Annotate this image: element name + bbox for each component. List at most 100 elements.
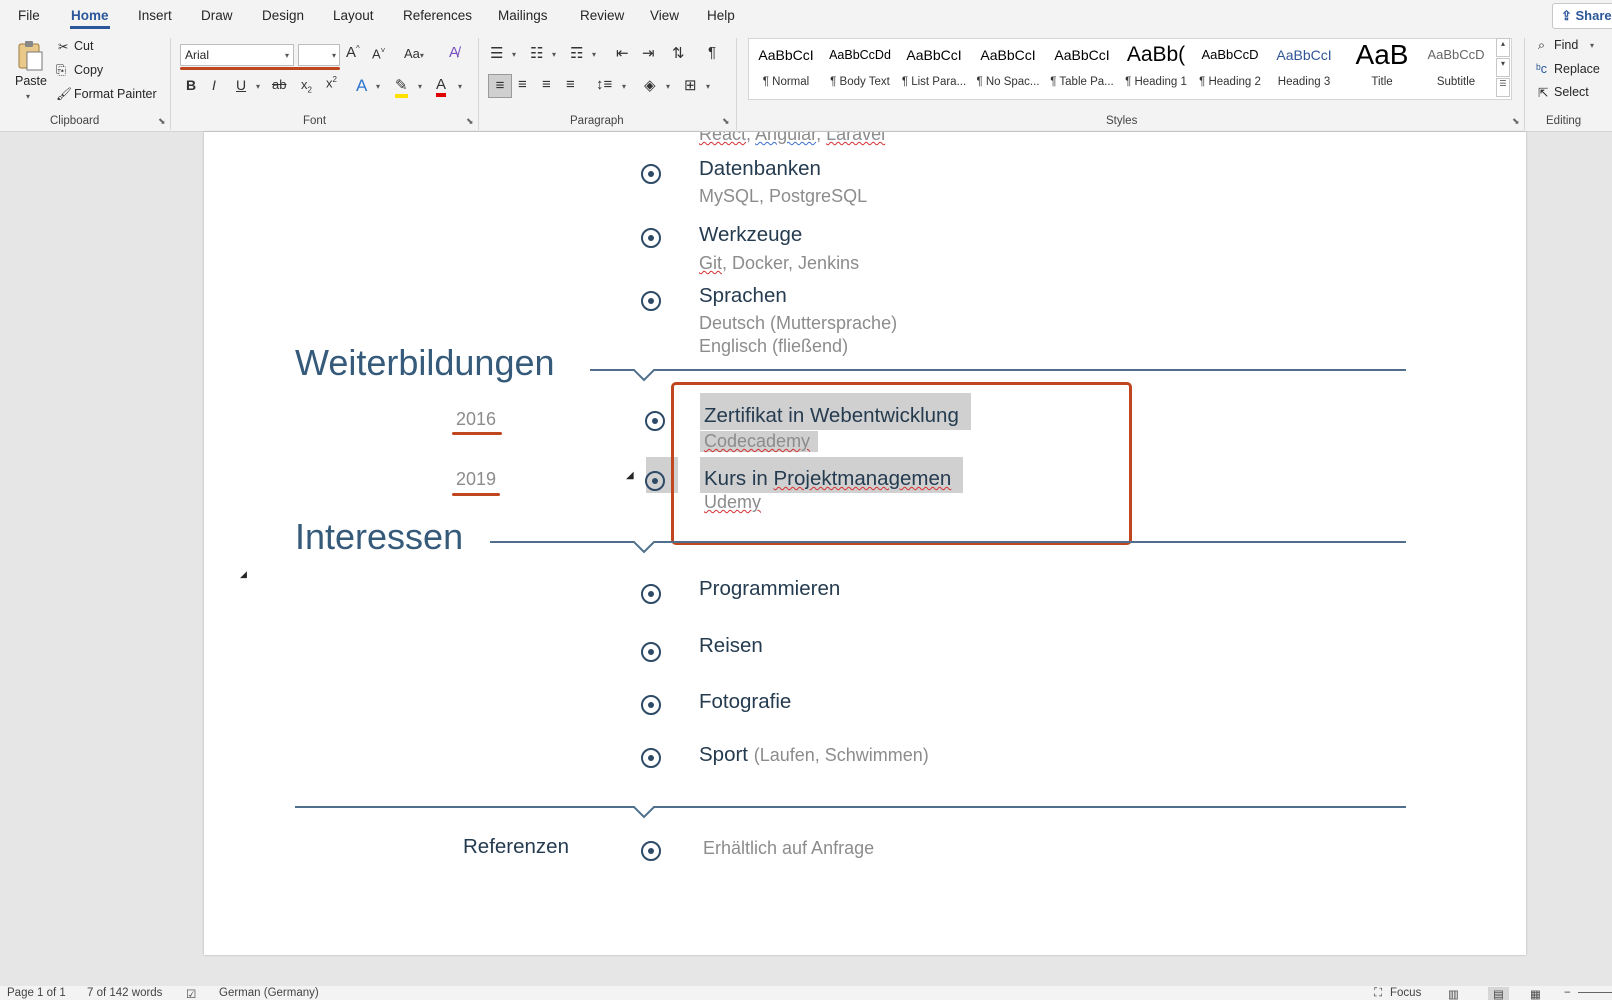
multilevel-dropdown-icon[interactable]: ▾ <box>592 50 596 59</box>
menu-references[interactable]: References <box>403 8 472 23</box>
strikethrough-icon[interactable]: ab <box>272 77 286 92</box>
find-button[interactable]: Find <box>1554 38 1578 52</box>
align-left-icon[interactable]: ≡ <box>488 74 512 98</box>
clipboard-launcher-icon[interactable]: ⬊ <box>158 116 166 127</box>
multilevel-list-icon[interactable]: ☶ <box>570 44 583 62</box>
select-button[interactable]: Select <box>1554 85 1589 99</box>
focus-icon[interactable]: ⛶ <box>1374 987 1382 1000</box>
print-layout-icon[interactable]: ▤ <box>1488 987 1509 1000</box>
clipboard-group-label: Clipboard <box>50 115 100 127</box>
align-right-icon[interactable]: ≡ <box>542 76 551 93</box>
text-effects-dropdown-icon[interactable]: ▾ <box>376 82 380 91</box>
style-normal[interactable]: AaBbCcI ¶ Normal <box>750 40 822 100</box>
style-list-paragraph[interactable]: AaBbCcI ¶ List Para... <box>898 40 970 100</box>
format-painter-icon[interactable]: 🖌 <box>56 87 72 102</box>
change-case-icon[interactable]: Aa▾ <box>404 46 424 61</box>
menu-layout[interactable]: Layout <box>333 8 374 23</box>
style-table-paragraph[interactable]: AaBbCcI ¶ Table Pa... <box>1046 40 1118 100</box>
zoom-out-icon[interactable]: − <box>1564 987 1571 999</box>
line-spacing-dropdown-icon[interactable]: ▾ <box>622 82 626 91</box>
superscript-icon[interactable]: x2 <box>326 75 337 90</box>
bullets-dropdown-icon[interactable]: ▾ <box>512 50 516 59</box>
highlight-dropdown-icon[interactable]: ▾ <box>418 82 422 91</box>
highlight-icon[interactable]: ✎ <box>395 76 408 98</box>
gallery-more-icon[interactable]: ☰ <box>1496 78 1510 97</box>
borders-dropdown-icon[interactable]: ▾ <box>706 82 710 91</box>
style-heading-2[interactable]: AaBbCcD ¶ Heading 2 <box>1194 40 1266 100</box>
subscript-icon[interactable]: x2 <box>301 77 312 95</box>
font-color-dropdown-icon[interactable]: ▾ <box>458 82 462 91</box>
language-indicator[interactable]: German (Germany) <box>219 987 319 999</box>
menu-mailings[interactable]: Mailings <box>498 8 548 23</box>
shrink-font-icon[interactable]: A˅ <box>372 46 385 61</box>
find-dropdown-icon[interactable]: ▾ <box>1590 41 1594 50</box>
cut-icon[interactable]: ✂ <box>58 39 68 54</box>
paste-button[interactable]: Paste <box>15 74 47 88</box>
style-title[interactable]: AaB Title <box>1346 40 1418 100</box>
menu-draw[interactable]: Draw <box>201 8 233 23</box>
menu-insert[interactable]: Insert <box>138 8 172 23</box>
font-size-select[interactable]: ▾ <box>298 44 340 66</box>
sort-icon[interactable]: ⇅ <box>672 44 685 62</box>
menu-review[interactable]: Review <box>580 8 624 23</box>
borders-icon[interactable]: ⊞ <box>684 76 697 94</box>
numbering-dropdown-icon[interactable]: ▾ <box>552 50 556 59</box>
zoom-slider[interactable] <box>1578 992 1612 993</box>
font-launcher-icon[interactable]: ⬊ <box>466 116 474 127</box>
style-heading-3[interactable]: AaBbCcI Heading 3 <box>1268 40 1340 100</box>
clear-formatting-icon[interactable]: A̸ <box>449 44 459 61</box>
font-color-icon[interactable]: A <box>436 76 447 97</box>
replace-button[interactable]: Replace <box>1554 62 1600 76</box>
decrease-indent-icon[interactable]: ⇤ <box>616 44 629 62</box>
justify-icon[interactable]: ≡ <box>566 76 575 93</box>
copy-icon[interactable]: ⎘ <box>56 63 66 78</box>
proofing-icon[interactable]: ☑ <box>186 987 196 1000</box>
increase-indent-icon[interactable]: ⇥ <box>642 44 655 62</box>
page-count[interactable]: Page 1 of 1 <box>7 987 66 999</box>
paste-dropdown-icon[interactable]: ▾ <box>26 92 30 101</box>
paragraph-launcher-icon[interactable]: ⬊ <box>722 116 730 127</box>
italic-icon[interactable]: I <box>212 77 216 93</box>
underline-dropdown-icon[interactable]: ▾ <box>256 82 260 91</box>
align-center-icon[interactable]: ≡ <box>518 76 527 93</box>
menu-view[interactable]: View <box>650 8 679 23</box>
underline-icon[interactable]: U <box>236 77 246 93</box>
replace-icon[interactable]: ᵇc <box>1536 62 1547 76</box>
menu-home[interactable]: Home <box>71 8 109 23</box>
style-heading-1[interactable]: AaBb(¶ Heading 1 <box>1120 40 1192 100</box>
find-icon[interactable]: ⌕ <box>1538 38 1545 53</box>
frameworks-line: React, Angular, Laravel <box>699 132 885 145</box>
menu-file[interactable]: File <box>18 8 40 23</box>
gallery-down-icon[interactable]: ▾ <box>1496 58 1510 77</box>
grow-font-icon[interactable]: A^ <box>346 44 360 61</box>
copy-button[interactable]: Copy <box>74 63 103 77</box>
menu-design[interactable]: Design <box>262 8 304 23</box>
styles-launcher-icon[interactable]: ⬊ <box>1512 116 1520 127</box>
document-page[interactable]: React, Angular, Laravel Datenbanken MySQ… <box>204 132 1526 955</box>
show-formatting-icon[interactable]: ¶ <box>708 44 716 61</box>
bold-icon[interactable]: B <box>186 77 196 93</box>
share-button[interactable]: ⇪ Share <box>1552 3 1612 29</box>
numbering-icon[interactable]: ☷ <box>530 44 543 62</box>
style-subtitle[interactable]: AaBbCcD Subtitle <box>1420 40 1492 100</box>
web-layout-icon[interactable]: ▦ <box>1530 987 1541 1000</box>
bullets-icon[interactable]: ☰ <box>490 44 503 62</box>
style-no-spacing[interactable]: AaBbCcI ¶ No Spac... <box>972 40 1044 100</box>
cut-button[interactable]: Cut <box>74 39 93 53</box>
menu-help[interactable]: Help <box>707 8 735 23</box>
format-painter-button[interactable]: Format Painter <box>74 87 157 101</box>
style-name: Subtitle <box>1436 76 1476 88</box>
word-count[interactable]: 7 of 142 words <box>87 987 162 999</box>
focus-button[interactable]: Focus <box>1390 987 1421 999</box>
font-name-select[interactable]: Arial ▾ <box>180 44 294 66</box>
shading-dropdown-icon[interactable]: ▾ <box>666 82 670 91</box>
gallery-up-icon[interactable]: ▴ <box>1496 38 1510 57</box>
line-spacing-icon[interactable]: ↕≡ <box>596 76 612 93</box>
paste-icon[interactable] <box>16 40 44 72</box>
style-body-text[interactable]: AaBbCcDd ¶ Body Text <box>824 40 896 100</box>
text-effects-icon[interactable]: A <box>356 76 367 96</box>
shading-icon[interactable]: ◈ <box>644 76 656 94</box>
styles-group-label: Styles <box>1106 115 1138 127</box>
select-icon[interactable]: ⇱ <box>1538 85 1548 100</box>
read-mode-icon[interactable]: ▥ <box>1448 987 1459 1000</box>
